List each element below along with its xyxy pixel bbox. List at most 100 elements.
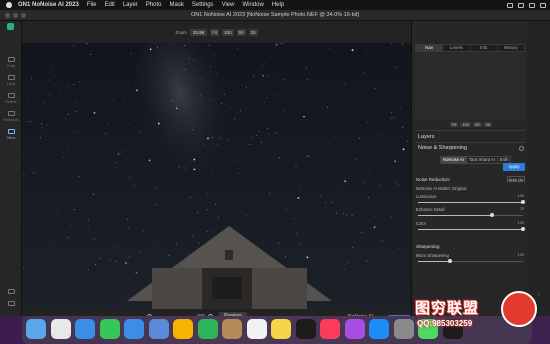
layers-heading[interactable]: Layers: [418, 134, 435, 140]
dock-app-icon[interactable]: [369, 319, 389, 339]
star: [128, 256, 130, 258]
zoom-50-button[interactable]: 50: [236, 28, 246, 36]
dock-app-icon[interactable]: [99, 319, 120, 339]
star: [374, 88, 376, 89]
star: [359, 137, 360, 139]
tab-history[interactable]: History: [498, 45, 524, 51]
star: [262, 74, 264, 77]
star: [51, 245, 53, 247]
star: [51, 67, 52, 69]
enhance-detail-slider[interactable]: [418, 213, 523, 217]
star: [140, 251, 142, 253]
luminance-slider[interactable]: [418, 200, 525, 204]
star: [343, 213, 344, 215]
star: [200, 95, 201, 97]
star: [402, 148, 405, 151]
photo-canvas[interactable]: [22, 43, 411, 309]
menu-window[interactable]: Window: [242, 2, 263, 8]
star: [33, 172, 34, 174]
mode-nonoise-ai[interactable]: NoNoise AI: [441, 157, 467, 163]
menu-mask[interactable]: Mask: [170, 2, 184, 8]
star: [111, 159, 113, 161]
star: [268, 133, 269, 135]
dock-app-icon[interactable]: [271, 319, 291, 339]
dock-app-icon[interactable]: [320, 319, 340, 339]
apple-icon[interactable]: [6, 2, 12, 8]
menu-app[interactable]: ON1 NoNoise AI 2023: [18, 2, 79, 8]
luminance-value[interactable]: 100: [512, 194, 524, 198]
tool-pan[interactable]: [3, 289, 19, 295]
dock-app-icon[interactable]: [26, 319, 46, 339]
star: [242, 84, 243, 86]
menu-view[interactable]: View: [222, 2, 235, 8]
star: [284, 256, 286, 258]
dock-app-icon[interactable]: [344, 319, 365, 339]
star: [199, 243, 200, 245]
color-value[interactable]: 100: [512, 221, 524, 225]
heal-icon: [7, 75, 15, 80]
star: [401, 268, 403, 270]
dock-app-icon[interactable]: [197, 319, 218, 339]
tool-heal[interactable]: Heal: [3, 75, 19, 86]
auto-on-button[interactable]: Auto On: [507, 176, 525, 182]
dock-app-icon[interactable]: [173, 319, 193, 339]
dock-app-icon[interactable]: [222, 319, 242, 339]
menu-layer[interactable]: Layer: [123, 2, 138, 8]
tool-crop[interactable]: Crop: [3, 57, 19, 68]
mode-tack-sharp-ai[interactable]: Tack Sharp AI: [467, 157, 498, 163]
tool-refine[interactable]: Refine: [3, 93, 19, 104]
dock-app-icon[interactable]: [124, 319, 144, 339]
tool-view[interactable]: View: [3, 129, 19, 140]
menu-settings[interactable]: Settings: [192, 2, 214, 8]
zoom-100-button[interactable]: 100: [222, 28, 234, 36]
tool-retouch[interactable]: Retouch: [3, 111, 19, 122]
apply-button[interactable]: Apply: [503, 163, 525, 171]
dock-app-icon[interactable]: [246, 319, 267, 339]
micro-sharpening-value[interactable]: 100: [512, 253, 524, 257]
zoom-fit-button[interactable]: Fit: [210, 28, 220, 36]
star: [217, 144, 218, 146]
dock-app-icon[interactable]: [50, 319, 71, 339]
control-center-icon[interactable]: [540, 2, 546, 8]
star: [351, 49, 354, 52]
star: [275, 43, 278, 46]
tool-help[interactable]: [3, 301, 19, 307]
menu-help[interactable]: Help: [272, 2, 284, 8]
tab-levels[interactable]: Levels: [443, 45, 471, 51]
menu-file[interactable]: File: [87, 2, 97, 8]
battery-icon[interactable]: [507, 2, 513, 8]
enhance-detail-value[interactable]: 70: [512, 207, 524, 211]
star: [40, 137, 41, 139]
star: [179, 93, 180, 95]
tab-nav[interactable]: Nav: [416, 45, 444, 51]
star: [259, 131, 260, 132]
star: [183, 167, 185, 168]
star: [340, 98, 342, 100]
star: [94, 264, 96, 265]
dock-app-icon[interactable]: [295, 319, 316, 339]
menu-photo[interactable]: Photo: [146, 2, 162, 8]
nav-fit-button[interactable]: Fit: [450, 122, 459, 127]
micro-sharpening-slider[interactable]: [418, 259, 523, 263]
star: [320, 195, 322, 197]
star: [366, 53, 368, 55]
star: [73, 45, 75, 47]
search-icon[interactable]: [529, 2, 535, 8]
tab-info[interactable]: Info: [471, 45, 498, 51]
dock-app-icon[interactable]: [148, 319, 169, 339]
star: [193, 158, 196, 161]
reset-icon[interactable]: [519, 146, 524, 151]
dock-app-icon[interactable]: [75, 319, 95, 339]
zoom-25-button[interactable]: 25: [248, 28, 258, 36]
color-slider[interactable]: [418, 227, 525, 231]
nav-25-button[interactable]: 25: [483, 122, 493, 127]
nav-50-button[interactable]: 50: [473, 122, 482, 127]
model-select[interactable]: Original: [452, 186, 466, 191]
navigator-preview[interactable]: [415, 53, 525, 119]
menu-edit[interactable]: Edit: [104, 2, 114, 8]
star: [73, 209, 75, 210]
wifi-icon[interactable]: [518, 2, 524, 8]
star: [93, 193, 94, 195]
zoom-value-field[interactable]: 33.96: [189, 28, 208, 36]
nav-100-button[interactable]: 100: [460, 122, 472, 127]
